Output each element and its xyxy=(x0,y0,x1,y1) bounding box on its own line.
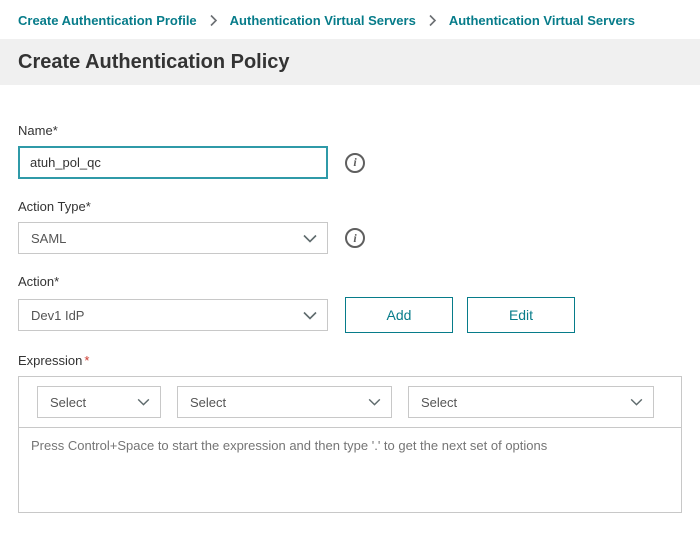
add-button[interactable]: Add xyxy=(345,297,453,333)
required-asterisk: * xyxy=(53,123,58,138)
action-selected-value: Dev1 IdP xyxy=(31,308,84,323)
expression-select-row: Select Select Select xyxy=(19,377,681,427)
action-dropdown[interactable]: Dev1 IdP xyxy=(18,299,328,331)
edit-button[interactable]: Edit xyxy=(467,297,575,333)
page-header: Create Authentication Policy xyxy=(0,39,700,85)
action-type-field-block: Action Type* SAML i xyxy=(18,199,682,254)
create-authentication-policy-form: Name* i Action Type* SAML i Action* Dev1… xyxy=(0,85,700,513)
chevron-right-icon xyxy=(428,14,437,27)
chevron-down-icon xyxy=(303,311,317,320)
expression-select-1[interactable]: Select xyxy=(37,386,161,418)
name-field-block: Name* i xyxy=(18,123,682,179)
breadcrumb-link-create-authentication-profile[interactable]: Create Authentication Profile xyxy=(18,13,197,28)
page-title: Create Authentication Policy xyxy=(18,51,290,74)
expression-select-2-value: Select xyxy=(190,395,226,410)
expression-label: Expression* xyxy=(18,353,682,368)
action-type-label: Action Type* xyxy=(18,199,682,214)
breadcrumb: Create Authentication Profile Authentica… xyxy=(0,0,700,39)
action-label: Action* xyxy=(18,274,682,289)
chevron-down-icon xyxy=(630,398,643,406)
required-asterisk: * xyxy=(54,274,59,289)
expression-builder: Select Select Select xyxy=(18,376,682,513)
info-icon[interactable]: i xyxy=(345,228,365,248)
expression-select-2[interactable]: Select xyxy=(177,386,392,418)
chevron-down-icon xyxy=(303,234,317,243)
breadcrumb-link-authentication-virtual-servers-current[interactable]: Authentication Virtual Servers xyxy=(449,13,635,28)
expression-input[interactable] xyxy=(19,427,681,512)
expression-field-block: Expression* Select Select Select xyxy=(18,353,682,513)
info-icon[interactable]: i xyxy=(345,153,365,173)
action-type-selected-value: SAML xyxy=(31,231,66,246)
action-field-block: Action* Dev1 IdP Add Edit xyxy=(18,274,682,333)
expression-select-3-value: Select xyxy=(421,395,457,410)
expression-select-1-value: Select xyxy=(50,395,86,410)
required-asterisk: * xyxy=(84,353,89,368)
breadcrumb-link-authentication-virtual-servers[interactable]: Authentication Virtual Servers xyxy=(230,13,416,28)
expression-select-3[interactable]: Select xyxy=(408,386,654,418)
chevron-down-icon xyxy=(368,398,381,406)
name-label: Name* xyxy=(18,123,682,138)
name-input[interactable] xyxy=(18,146,328,179)
chevron-down-icon xyxy=(137,398,150,406)
chevron-right-icon xyxy=(209,14,218,27)
required-asterisk: * xyxy=(86,199,91,214)
action-type-dropdown[interactable]: SAML xyxy=(18,222,328,254)
